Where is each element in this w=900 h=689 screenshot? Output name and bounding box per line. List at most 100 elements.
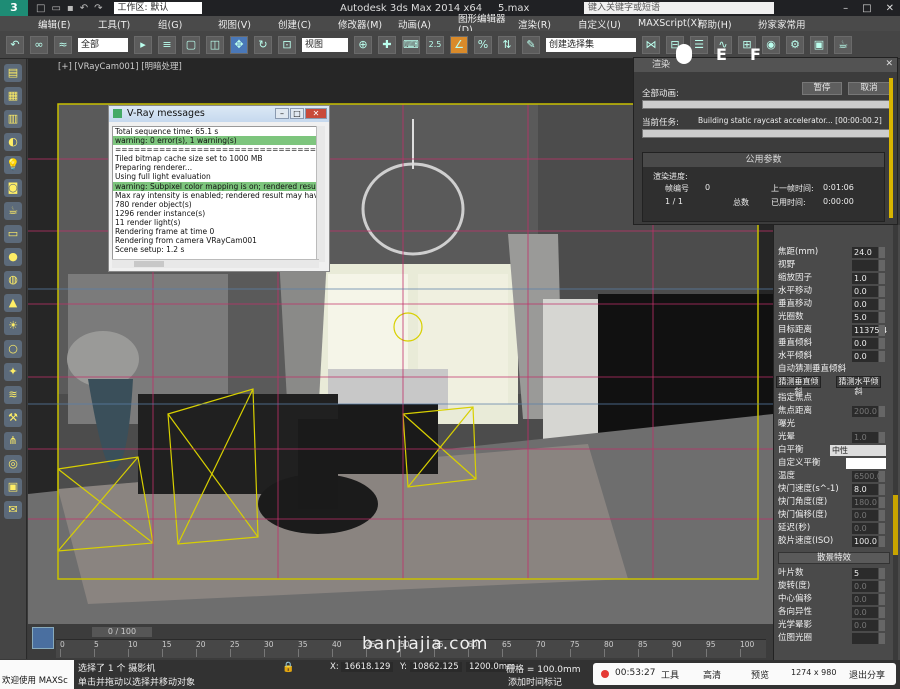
rotate-icon[interactable]: ↻ [254, 35, 272, 54]
mirror-icon[interactable]: ⋈ [642, 35, 660, 54]
menu-item[interactable]: MAXScript(X) [638, 18, 701, 29]
param-spinner-field[interactable]: 0.0 [852, 510, 878, 521]
time-slider[interactable]: 0 / 100 [92, 627, 152, 637]
selection-filter-dropdown[interactable]: 全部 [78, 37, 128, 52]
render-production-icon[interactable]: ☕ [834, 35, 852, 54]
vertical-scrollbar[interactable] [316, 126, 325, 262]
bokeh-section-header[interactable]: 散景特效 [778, 552, 890, 564]
param-spinner-field[interactable]: 1.0 [852, 432, 878, 443]
spinner-arrows-icon[interactable] [879, 260, 885, 271]
spinner-arrows-icon[interactable] [879, 286, 885, 297]
workspace-dropdown[interactable]: 工作区: 默认 [114, 2, 203, 14]
named-selection-set-dropdown[interactable]: 创建选择集 [546, 37, 636, 52]
spinner-arrows-icon[interactable] [879, 633, 885, 644]
spinner-arrows-icon[interactable] [879, 523, 885, 534]
param-spinner-field[interactable]: 6500.0 [852, 471, 882, 482]
manipulate-icon[interactable]: ✚ [378, 35, 396, 54]
selection-lock-icon[interactable]: 🔒 [282, 662, 294, 673]
menu-item[interactable]: 修改器(M) [338, 17, 398, 31]
cylinder-icon[interactable]: ◍ [4, 271, 22, 289]
minimize-icon[interactable]: – [843, 3, 848, 14]
snap-toggle-icon[interactable]: 2.5 [426, 35, 444, 54]
custom-balance-swatch[interactable] [846, 458, 886, 469]
x-coordinate[interactable]: X: 16618.129 [330, 662, 394, 672]
menu-item[interactable]: 编辑(E) [38, 17, 98, 31]
teapot-icon[interactable]: ☕ [4, 202, 22, 220]
param-spinner-field[interactable]: 100.0 [852, 536, 878, 547]
open-file-icon[interactable]: ▭ [51, 3, 60, 14]
menu-item[interactable]: 扮家家常用 [758, 17, 818, 31]
window-crossing-icon[interactable]: ◫ [206, 35, 224, 54]
keyboard-shortcut-icon[interactable]: ⌨ [402, 35, 420, 54]
hierarchy-icon[interactable]: ⋔ [4, 432, 22, 450]
param-spinner-field[interactable]: 0.0 [852, 607, 878, 618]
guess-horizontal-tilt-button[interactable]: 猜测水平倾斜 [836, 376, 881, 396]
menu-item[interactable]: 视图(V) [218, 17, 278, 31]
recorder-quality-button[interactable]: 高清 [703, 668, 721, 681]
param-spinner-field[interactable]: 8.0 [852, 484, 878, 495]
angle-snap-icon[interactable]: ∠ [450, 35, 468, 54]
recorder-preview-button[interactable]: 预览 [751, 668, 769, 681]
param-spinner-field[interactable]: 180.0 [852, 497, 878, 508]
render-icon[interactable]: ◐ [4, 133, 22, 151]
pause-button[interactable]: 暂停 [802, 82, 842, 95]
param-spinner-field[interactable] [852, 633, 878, 644]
param-spinner-field[interactable]: 5.0 [852, 312, 878, 323]
param-spinner-field[interactable]: 0.0 [852, 581, 878, 592]
redo-icon[interactable]: ↷ [94, 3, 102, 14]
motion-icon[interactable]: ◎ [4, 455, 22, 473]
close-icon[interactable]: ✕ [886, 3, 894, 14]
close-icon[interactable]: ✕ [885, 59, 893, 69]
mini-listener-icon[interactable] [32, 627, 54, 649]
param-spinner-field[interactable]: 24.0 [852, 247, 878, 258]
white-balance-dropdown[interactable]: 中性 [830, 445, 886, 456]
viewport-label[interactable]: [+] [VRayCam001] [明暗处理] [58, 60, 182, 72]
spinner-arrows-icon[interactable] [879, 432, 885, 443]
spinner-arrows-icon[interactable] [879, 620, 885, 631]
graphite-tools-icon[interactable]: ▥ [4, 110, 22, 128]
spinner-arrows-icon[interactable] [879, 351, 885, 362]
param-spinner-field[interactable]: 0.0 [852, 286, 878, 297]
dialog-scroll-indicator[interactable] [889, 78, 893, 218]
spinner-arrows-icon[interactable] [879, 607, 885, 618]
camera-icon[interactable]: ◙ [4, 179, 22, 197]
minimize-icon[interactable]: – [275, 108, 289, 119]
guess-vertical-tilt-button[interactable]: 猜测垂直倾斜 [776, 376, 821, 396]
display-icon[interactable]: ▣ [4, 478, 22, 496]
maxscript-listener[interactable]: 欢迎使用 MAXSc [0, 660, 74, 689]
lamp-icon[interactable]: 💡 [4, 156, 22, 174]
menu-item[interactable]: 工具(T) [98, 17, 158, 31]
recorder-tools-button[interactable]: 工具 [661, 668, 679, 681]
spinner-arrows-icon[interactable] [879, 536, 885, 547]
percent-snap-icon[interactable]: % [474, 35, 492, 54]
undo-icon[interactable]: ↶ [6, 35, 24, 54]
spinner-arrows-icon[interactable] [879, 312, 885, 323]
close-icon[interactable]: ✕ [305, 108, 327, 119]
param-spinner-field[interactable]: 11375.4 [852, 325, 887, 336]
param-spinner-field[interactable]: 0.0 [852, 620, 878, 631]
param-spinner-field[interactable] [852, 260, 878, 271]
menu-item[interactable]: 动画(A) [398, 17, 458, 31]
param-spinner-field[interactable]: 0.0 [852, 299, 878, 310]
maximize-icon[interactable]: □ [290, 108, 304, 119]
scale-icon[interactable]: ⊡ [278, 35, 296, 54]
y-coordinate[interactable]: Y: 10862.125 [400, 662, 462, 672]
param-spinner-field[interactable]: 1.0 [852, 273, 878, 284]
maximize-icon[interactable]: □ [862, 3, 871, 14]
spinner-arrows-icon[interactable] [879, 594, 885, 605]
app-logo-icon[interactable]: 3 [0, 0, 28, 16]
sun-icon[interactable]: ☀ [4, 317, 22, 335]
param-spinner-field[interactable]: 200.0 [852, 406, 878, 417]
link-icon[interactable]: ∞ [30, 35, 48, 54]
spinner-arrows-icon[interactable] [879, 338, 885, 349]
space-warp-icon[interactable]: ≋ [4, 386, 22, 404]
spinner-arrows-icon[interactable] [879, 568, 885, 579]
spinner-arrows-icon[interactable] [879, 484, 885, 495]
new-file-icon[interactable]: □ [36, 3, 45, 14]
plane-icon[interactable]: ▭ [4, 225, 22, 243]
param-spinner-field[interactable]: 0.0 [852, 351, 878, 362]
param-spinner-field[interactable]: 0.0 [852, 338, 878, 349]
vray-messages-titlebar[interactable]: V-Ray messages – □ ✕ [109, 106, 329, 122]
cancel-button[interactable]: 取消 [848, 82, 890, 95]
render-frame-icon[interactable]: ▣ [810, 35, 828, 54]
